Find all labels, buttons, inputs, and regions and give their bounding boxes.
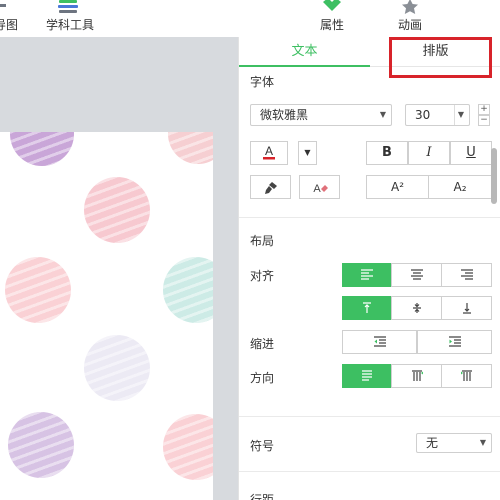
properties-icon [323, 0, 341, 11]
decorative-dot [163, 414, 213, 480]
decrease-indent-icon [373, 336, 386, 347]
font-size-increase-button[interactable]: + [478, 104, 490, 115]
top-toolbar: 导图 学科工具 属性 动画 [0, 0, 500, 37]
section-divider [239, 217, 500, 218]
align-bottom-button[interactable] [441, 296, 492, 320]
vertical-rtl-text-button[interactable] [391, 364, 442, 388]
decorative-dot [84, 335, 150, 401]
font-size-decrease-button[interactable]: − [478, 115, 490, 126]
decorative-dot [84, 177, 150, 243]
symbol-value: 无 [426, 436, 439, 450]
align-left-button[interactable] [342, 263, 392, 287]
mindmap-icon [0, 4, 6, 7]
svg-text:A: A [313, 183, 321, 195]
animation-button[interactable]: 动画 [390, 0, 430, 37]
decrease-indent-button[interactable] [342, 330, 417, 354]
vertical-ltr-text-icon [460, 370, 472, 381]
subscript-label: A₂ [453, 180, 467, 194]
font-section-title: 字体 [250, 75, 275, 89]
font-size-select[interactable]: 30 ▼ [405, 104, 470, 126]
subject-tools-button[interactable]: 学科工具 [44, 0, 96, 37]
properties-panel: 文本 排版 字体 微软雅黑 ▼ 30 ▼ + − A ▼ B I U A A² … [238, 37, 500, 500]
align-middle-button[interactable] [391, 296, 442, 320]
decorative-dot [163, 257, 213, 323]
align-left-icon [361, 269, 373, 280]
subject-tools-label: 学科工具 [45, 18, 94, 32]
decorative-dot [5, 257, 71, 323]
vertical-ltr-text-button[interactable] [441, 364, 492, 388]
chevron-down-icon: ▼ [479, 438, 486, 447]
mindmap-label: 导图 [0, 18, 18, 32]
tab-text[interactable]: 文本 [239, 37, 370, 67]
horizontal-text-icon [362, 370, 372, 381]
books-icon [58, 0, 78, 13]
chevron-down-icon: ▼ [453, 105, 464, 125]
slide-canvas[interactable] [0, 132, 213, 500]
decorative-dot [10, 132, 74, 166]
align-center-icon [410, 269, 423, 280]
font-family-select[interactable]: 微软雅黑 ▼ [250, 104, 392, 126]
align-right-icon [460, 269, 473, 280]
symbol-label: 符号 [250, 439, 275, 453]
horizontal-text-button[interactable] [342, 364, 392, 388]
properties-label: 属性 [319, 18, 344, 32]
properties-button[interactable]: 属性 [312, 0, 352, 37]
font-color-dropdown-button[interactable]: ▼ [298, 141, 317, 165]
align-label: 对齐 [250, 269, 275, 283]
align-center-button[interactable] [391, 263, 442, 287]
clear-format-icon: A [313, 183, 328, 195]
direction-label: 方向 [250, 371, 275, 385]
layout-section-title: 布局 [250, 234, 275, 248]
format-painter-icon [264, 182, 277, 194]
star-icon [402, 0, 418, 14]
animation-label: 动画 [397, 18, 422, 32]
chevron-down-icon: ▼ [379, 110, 386, 119]
align-right-button[interactable] [441, 263, 492, 287]
superscript-button[interactable]: A² [366, 175, 429, 199]
subscript-button[interactable]: A₂ [428, 175, 492, 199]
app-window: 导图 学科工具 属性 动画 [0, 0, 500, 500]
italic-button[interactable]: I [408, 141, 450, 165]
indent-label: 缩进 [250, 337, 275, 351]
decorative-dot [8, 412, 74, 478]
increase-indent-button[interactable] [417, 330, 492, 354]
canvas-area [0, 37, 238, 500]
underline-button[interactable]: U [450, 141, 492, 165]
section-divider [239, 416, 500, 417]
align-bottom-icon [462, 303, 471, 314]
symbol-select[interactable]: 无 ▼ [416, 433, 492, 453]
panel-scrollbar[interactable] [491, 148, 497, 204]
line-spacing-label: 行距 [250, 493, 275, 500]
mindmap-button[interactable]: 导图 [0, 0, 24, 37]
font-family-value: 微软雅黑 [260, 108, 309, 122]
decorative-dot [168, 132, 213, 164]
superscript-label: A² [390, 180, 405, 194]
tab-layout[interactable]: 排版 [370, 37, 500, 67]
align-top-icon [363, 302, 371, 313]
chevron-down-icon: ▼ [304, 148, 311, 157]
font-size-value: 30 [415, 108, 431, 122]
align-top-button[interactable] [342, 296, 392, 320]
font-color-icon: A [263, 144, 275, 160]
panel-tabs: 文本 排版 [239, 37, 500, 67]
vertical-rtl-text-icon [411, 370, 423, 381]
increase-indent-icon [448, 336, 461, 347]
clear-format-button[interactable]: A [299, 175, 340, 199]
bold-button[interactable]: B [366, 141, 408, 165]
align-middle-icon [412, 303, 421, 313]
font-color-button[interactable]: A [250, 141, 288, 165]
format-painter-button[interactable] [250, 175, 291, 199]
section-divider [239, 471, 500, 472]
svg-text:A: A [265, 144, 273, 158]
